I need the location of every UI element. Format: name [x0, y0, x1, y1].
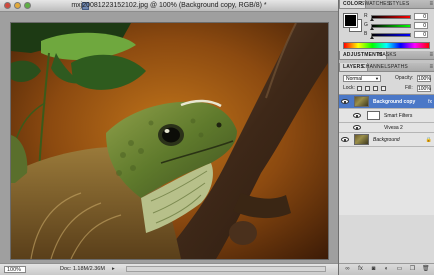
slider-label: R	[364, 13, 368, 19]
lizard-photo	[11, 23, 328, 259]
slider-value-field[interactable]: 0	[414, 31, 428, 38]
tab-masks[interactable]: MASKS	[375, 51, 400, 59]
fill-field[interactable]: 100%	[417, 85, 431, 92]
layers-panel-tabs: LAYERS CHANNELS PATHS ≡	[339, 63, 434, 72]
slider-value-field[interactable]: 0	[414, 13, 428, 20]
lock-all-icon[interactable]	[381, 86, 386, 91]
layer-thumbnail	[354, 134, 369, 145]
foreground-color-swatch[interactable]	[344, 14, 357, 27]
layers-panel: Normal ▼ Opacity: 100% Lock: Fill: 100% …	[339, 72, 434, 275]
lock-icon: 🔒	[425, 137, 432, 143]
slider-blue[interactable]: B 0	[364, 31, 430, 39]
visibility-eye-icon[interactable]	[341, 137, 349, 142]
color-panel: R 0 G 0 B 0	[339, 9, 434, 51]
adjustments-panel-tabs: ADJUSTMENTS MASKS ≡	[339, 51, 434, 60]
layers-footer-toolbar: ∞ fx ◙ ◐ ▭ ❐ 🗑	[339, 263, 434, 275]
chevron-down-icon: ▼	[375, 76, 379, 81]
zoom-field[interactable]: 100%	[4, 266, 26, 273]
layer-row-filter[interactable]: Vivеза 2	[339, 123, 434, 133]
trash-icon[interactable]: 🗑	[422, 266, 430, 273]
visibility-eye-icon[interactable]	[353, 113, 361, 118]
slider-label: G	[364, 22, 368, 28]
opacity-field[interactable]: 100%	[417, 75, 431, 82]
panel-menu-icon[interactable]: ≡	[429, 63, 433, 71]
slider-green[interactable]: G 0	[364, 22, 430, 30]
slider-thumb[interactable]	[370, 18, 374, 21]
slider-label: B	[364, 31, 368, 37]
color-spectrum-bar[interactable]	[343, 42, 430, 49]
new-layer-icon[interactable]: ❐	[409, 266, 416, 273]
layer-name: Background copy	[373, 99, 416, 105]
layer-name: Background	[373, 137, 400, 143]
horizontal-scrollbar[interactable]	[126, 266, 326, 272]
slider-thumb[interactable]	[370, 27, 374, 30]
visibility-eye-icon[interactable]	[341, 99, 349, 104]
layer-name: Vivеза 2	[384, 125, 403, 131]
color-panel-tabs: COLOR SWATCHES STYLES ≡	[339, 0, 434, 9]
adjustment-layer-icon[interactable]: ◐	[383, 266, 390, 273]
slider-red[interactable]: R 0	[364, 13, 430, 21]
opacity-label: Opacity:	[395, 75, 414, 81]
layer-row-background[interactable]: Background 🔒	[339, 133, 434, 147]
document-statusbar: 100% Doc: 1.18M/2.36M ▸	[0, 263, 338, 275]
add-layer-style-icon[interactable]: fx	[357, 266, 364, 273]
tab-paths[interactable]: PATHS	[388, 63, 411, 71]
document-titlebar[interactable]: mxj20081223152102.jpg @ 100% (Background…	[0, 0, 338, 12]
blend-mode-value: Normal	[346, 76, 363, 82]
slider-thumb[interactable]	[370, 36, 374, 39]
document-window: mxj20081223152102.jpg @ 100% (Background…	[0, 0, 338, 275]
smart-object-icon[interactable]: fx	[428, 99, 432, 105]
layer-list: Background copy fx Smart Filters Vivеза …	[339, 94, 434, 215]
blend-mode-select[interactable]: Normal ▼	[343, 75, 381, 82]
fill-label: Fill:	[405, 85, 413, 91]
slider-track[interactable]	[371, 33, 411, 37]
chevron-right-icon[interactable]: ▸	[112, 266, 115, 273]
filter-mask-thumbnail	[367, 111, 380, 120]
layer-row-background-copy[interactable]: Background copy fx	[339, 95, 434, 109]
slider-track[interactable]	[371, 24, 411, 28]
folder-icon[interactable]: ▭	[396, 266, 403, 273]
lock-label: Lock:	[343, 85, 355, 91]
add-mask-icon[interactable]: ◙	[370, 266, 377, 273]
visibility-eye-icon[interactable]	[353, 125, 361, 130]
image-canvas[interactable]	[11, 23, 328, 259]
document-title: mxj20081223152102.jpg @ 100% (Background…	[71, 2, 267, 9]
layer-thumbnail	[354, 96, 369, 107]
lock-transparent-icon[interactable]	[357, 86, 362, 91]
layer-name: Smart Filters	[384, 113, 413, 119]
slider-value-field[interactable]: 0	[414, 22, 428, 29]
tab-styles[interactable]: STYLES	[386, 0, 412, 8]
slider-track[interactable]	[371, 15, 411, 19]
document-size-info[interactable]: Doc: 1.18M/2.36M	[60, 266, 105, 273]
lock-image-icon[interactable]	[365, 86, 370, 91]
panel-dock: COLOR SWATCHES STYLES ≡ R 0 G 0 B 0 ADJU…	[338, 0, 434, 275]
canvas-area[interactable]	[0, 12, 338, 263]
panel-menu-icon[interactable]: ≡	[429, 0, 433, 8]
layer-row-smart-filters[interactable]: Smart Filters	[339, 109, 434, 123]
link-layers-icon[interactable]: ∞	[344, 266, 351, 273]
lock-position-icon[interactable]	[373, 86, 378, 91]
panel-menu-icon[interactable]: ≡	[429, 51, 433, 59]
